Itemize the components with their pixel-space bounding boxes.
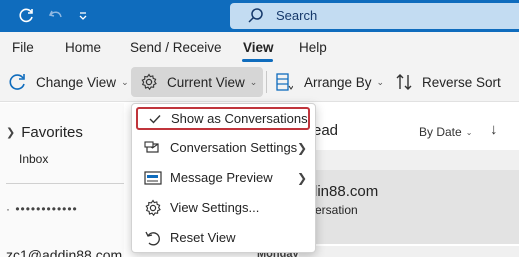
- menu-item-show-as-conversations[interactable]: Show as Conversations: [136, 107, 310, 130]
- menu-item-label: Message Preview: [170, 170, 273, 185]
- submenu-arrow-icon: ❯: [296, 140, 307, 155]
- arrange-by-label: Arrange By: [304, 74, 372, 90]
- menu-item-label: Show as Conversations: [171, 111, 308, 126]
- folder-inbox[interactable]: Inbox: [19, 152, 48, 166]
- menu-item-label: Conversation Settings: [170, 140, 298, 155]
- reset-view-icon: [143, 228, 163, 248]
- sync-icon[interactable]: [14, 4, 38, 28]
- folder-pane: ❯ Favorites Inbox · •••••••••••• zc1@add…: [0, 103, 124, 257]
- sort-by-label: By Date: [419, 125, 462, 139]
- chevron-down-icon: ❯: [6, 127, 16, 139]
- current-view-button[interactable]: Current View ⌄: [131, 67, 263, 97]
- gear-icon: [139, 72, 159, 92]
- reverse-sort-icon: [394, 72, 414, 92]
- message-sender: din88.com: [309, 183, 379, 200]
- arrange-by-icon: [274, 72, 294, 92]
- arrange-by-button[interactable]: Arrange By ⌄: [274, 67, 384, 97]
- menu-item-message-preview[interactable]: Message Preview ❯: [132, 164, 315, 191]
- group-header: [299, 150, 519, 170]
- menu-item-reset-view[interactable]: Reset View: [132, 224, 315, 251]
- current-view-label: Current View: [167, 74, 245, 90]
- submenu-arrow-icon: ❯: [296, 170, 307, 185]
- reverse-sort-button[interactable]: Reverse Sort: [394, 67, 501, 97]
- sort-by-button[interactable]: By Date ⌄: [419, 125, 472, 139]
- current-view-dropdown: Show as Conversations Conversation Setti…: [131, 103, 316, 253]
- message-list-title: ead: [313, 122, 339, 139]
- checkmark-icon: [145, 109, 165, 129]
- search-icon: [246, 6, 266, 26]
- tab-view[interactable]: View: [243, 40, 274, 55]
- chevron-down-icon: ⌄: [465, 127, 473, 137]
- tab-help[interactable]: Help: [299, 40, 327, 55]
- account-item[interactable]: zc1@addin88.com: [6, 247, 122, 257]
- search-input[interactable]: Search: [230, 3, 519, 29]
- chevron-down-icon: ⌄: [376, 76, 385, 87]
- tab-file[interactable]: File: [12, 40, 34, 55]
- divider: [6, 183, 124, 184]
- menu-item-label: View Settings...: [170, 200, 260, 215]
- sort-direction-icon[interactable]: ↓: [490, 121, 498, 138]
- menu-item-view-settings[interactable]: View Settings...: [132, 194, 315, 221]
- ribbon: Change View ⌄ Current View ⌄ Arrange By …: [0, 62, 519, 102]
- chevron-down-icon: ⌄: [249, 76, 258, 87]
- menu-item-label: Reset View: [170, 230, 236, 245]
- title-bar: Search: [0, 0, 519, 32]
- favorites-header[interactable]: ❯ Favorites: [6, 124, 83, 141]
- menu-bar: File Home Send / Receive View Help: [0, 32, 519, 62]
- account-item[interactable]: · ••••••••••••: [6, 202, 78, 216]
- view-settings-icon: [143, 198, 163, 218]
- ribbon-separator: [266, 71, 267, 93]
- message-subject: versation: [309, 203, 358, 217]
- tab-home[interactable]: Home: [65, 40, 101, 55]
- search-placeholder: Search: [276, 8, 318, 23]
- customize-qat-icon[interactable]: [71, 4, 95, 28]
- tab-send-receive[interactable]: Send / Receive: [130, 40, 222, 55]
- message-preview-icon: [143, 168, 163, 188]
- group-header: [299, 246, 519, 257]
- change-view-button[interactable]: Change View ⌄: [8, 67, 129, 97]
- conversation-settings-icon: [143, 138, 163, 158]
- change-view-label: Change View: [36, 74, 117, 90]
- reverse-sort-label: Reverse Sort: [422, 74, 501, 90]
- menu-item-conversation-settings[interactable]: Conversation Settings ❯: [132, 134, 315, 161]
- change-view-icon: [8, 72, 28, 92]
- chevron-down-icon: ⌄: [121, 76, 129, 87]
- undo-icon[interactable]: [44, 4, 68, 28]
- favorites-label: Favorites: [21, 124, 83, 141]
